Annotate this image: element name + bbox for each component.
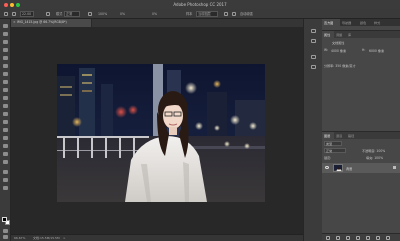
foreground-color-swatch[interactable]: [2, 217, 7, 222]
document-tab-label: IMG_1415.jpg @ 66.7%(RGB/8*): [17, 20, 67, 24]
eyedropper-tool-icon[interactable]: [3, 64, 8, 68]
quick-mask-icon[interactable]: [3, 229, 8, 233]
document-tab[interactable]: × IMG_1415.jpg @ 66.7%(RGB/8*): [11, 19, 92, 27]
adjustment-layer-icon[interactable]: [356, 236, 360, 240]
path-select-tool-icon[interactable]: [3, 152, 8, 156]
photo-content: [57, 64, 265, 202]
brush-picker-icon[interactable]: [12, 12, 16, 16]
visibility-eye-icon[interactable]: [325, 166, 329, 169]
tab-strip: [92, 19, 303, 27]
height-label: H:: [362, 48, 366, 52]
height-value[interactable]: 6000 像素: [369, 48, 384, 53]
hand-tool-icon[interactable]: [3, 170, 8, 174]
layers-panel-tabs: 图层 通道 路径: [322, 132, 400, 139]
pressure-icon[interactable]: [88, 12, 92, 16]
layers-footer: [322, 233, 400, 241]
zoom-level[interactable]: 66.67%: [14, 236, 25, 240]
layer-row-background[interactable]: 背景: [322, 163, 400, 173]
mode-value: 正常: [66, 12, 73, 16]
rectangle-tool-icon[interactable]: [3, 160, 8, 164]
tab-adjustments[interactable]: 调整: [336, 32, 342, 37]
clone-source-panel-icon[interactable]: [311, 65, 316, 69]
zoom-tool-icon[interactable]: [3, 178, 8, 182]
type-tool-icon[interactable]: [3, 144, 8, 148]
quick-select-tool-icon[interactable]: [3, 48, 8, 52]
sample-value: 当前图层: [198, 12, 211, 16]
tools-panel: [0, 19, 11, 241]
crop-tool-icon[interactable]: [3, 56, 8, 60]
clone-stamp-tool-icon[interactable]: [3, 88, 8, 92]
width-label: W:: [324, 48, 328, 52]
width-value[interactable]: 4000 像素: [331, 48, 346, 53]
actions-panel-icon[interactable]: [311, 39, 316, 43]
brush-panel-icon[interactable]: [311, 55, 316, 59]
size-value: 22.00: [22, 12, 32, 16]
screen-mode-icon[interactable]: [3, 235, 8, 239]
app-title: Adobe Photoshop CC 2017: [173, 2, 227, 7]
link-layers-icon[interactable]: [326, 236, 330, 240]
delete-layer-icon[interactable]: [386, 236, 390, 240]
eraser-tool-icon[interactable]: [3, 104, 8, 108]
title-bar: Adobe Photoshop CC 2017: [0, 0, 400, 9]
document-image[interactable]: [57, 64, 265, 202]
extra-option[interactable]: 自动增强: [240, 11, 253, 17]
layer-filter-label: 类型: [326, 142, 333, 146]
opacity-field[interactable]: 不透明度: 100%: [362, 148, 385, 153]
gradient-tool-icon[interactable]: [3, 112, 8, 116]
blend-mode-value: 正常: [326, 149, 333, 153]
layer-mask-icon[interactable]: [346, 236, 350, 240]
layer-lock-icon: [393, 166, 396, 169]
tab-histogram[interactable]: 直方图: [324, 20, 333, 25]
tool-preset-icon[interactable]: [4, 12, 8, 16]
percent-a[interactable]: 0%: [120, 11, 125, 17]
layer-name[interactable]: 背景: [346, 166, 352, 171]
dodge-tool-icon[interactable]: [3, 128, 8, 132]
tab-styles[interactable]: 样式: [374, 20, 380, 25]
properties-panel-tabs: 属性 调整 库: [322, 31, 400, 38]
history-panel-icon[interactable]: [311, 29, 316, 33]
tab-channels[interactable]: 通道: [336, 133, 342, 138]
top-panel-tabs: 直方图 导航器 颜色 样式: [322, 19, 400, 26]
blur-tool-icon[interactable]: [3, 120, 8, 124]
tab-libraries[interactable]: 库: [348, 32, 351, 37]
mode-label: 模式: [56, 12, 63, 16]
brush-tool-icon[interactable]: [3, 80, 8, 84]
brush-settings-icon[interactable]: [46, 12, 50, 16]
status-bar: 66.67% 文档:15.5M/15.5M >: [11, 234, 303, 241]
options-bar: 22.00 模式 正常 100% 0% 0% 样本 当前图层 自动增强: [0, 9, 400, 19]
tab-color[interactable]: 颜色: [360, 20, 366, 25]
marquee-tool-icon[interactable]: [3, 32, 8, 36]
sample-label: 样本: [186, 12, 193, 16]
more-tools-icon[interactable]: [3, 186, 8, 190]
new-group-icon[interactable]: [366, 236, 370, 240]
fill-field[interactable]: 填充: 100%: [366, 155, 383, 160]
history-brush-tool-icon[interactable]: [3, 96, 8, 100]
properties-title: 文档属性: [332, 41, 345, 45]
layer-thumbnail: [333, 164, 343, 172]
healing-brush-tool-icon[interactable]: [3, 72, 8, 76]
tab-properties[interactable]: 属性: [324, 32, 330, 37]
status-menu-arrow-icon[interactable]: >: [63, 236, 66, 240]
pen-tool-icon[interactable]: [3, 136, 8, 140]
tab-paths[interactable]: 路径: [348, 133, 354, 138]
tab-layers[interactable]: 图层: [324, 133, 330, 138]
new-layer-icon[interactable]: [376, 236, 380, 240]
sample-all-icon[interactable]: [224, 12, 228, 16]
pressure-size-icon[interactable]: [232, 12, 236, 16]
amount-value[interactable]: 100%: [98, 11, 107, 17]
close-tab-icon[interactable]: ×: [13, 20, 16, 24]
layer-style-icon[interactable]: [336, 236, 340, 240]
resolution-value: 分辨率: 350 像素/英寸: [324, 64, 356, 68]
percent-b[interactable]: 0%: [152, 11, 157, 17]
right-panels: 直方图 导航器 颜色 样式 属性 调整 库 文档属性 W: 4000 像素 H:…: [322, 19, 400, 241]
lasso-tool-icon[interactable]: [3, 40, 8, 44]
tab-navigator[interactable]: 导航器: [342, 20, 351, 25]
move-tool-icon[interactable]: [3, 24, 8, 28]
document-size[interactable]: 文档:15.5M/15.5M: [33, 236, 60, 240]
panel-dock: [303, 19, 322, 241]
lock-label: 锁定:: [324, 156, 332, 160]
